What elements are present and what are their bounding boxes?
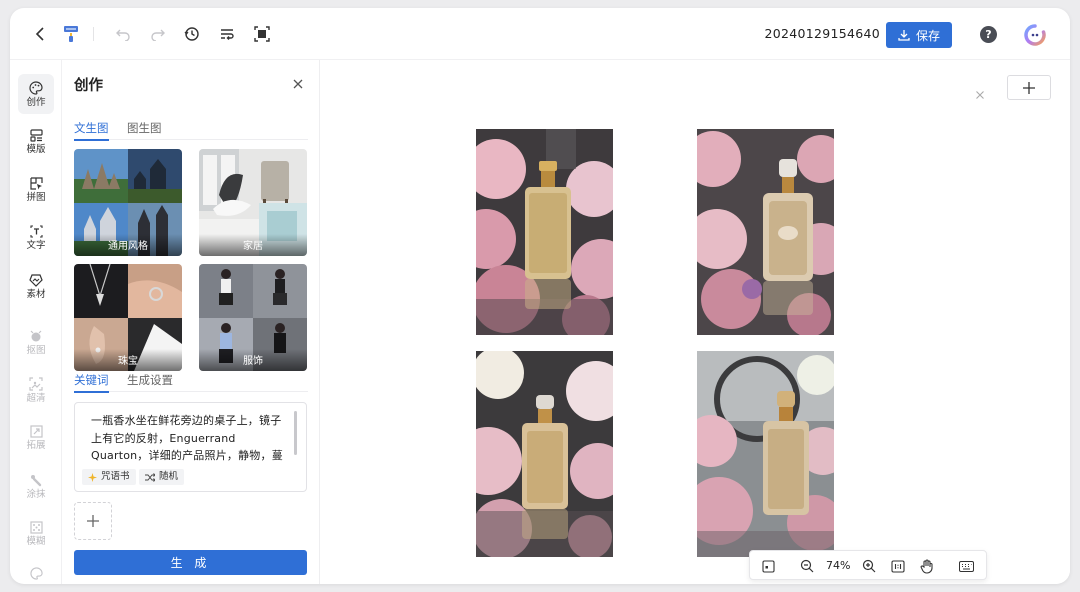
paint-roller-icon[interactable] — [59, 22, 83, 46]
prompt-textarea[interactable]: 一瓶香水坐在鲜花旁边的桌子上，镜子上有它的反射，Enguerrand Quart… — [74, 402, 307, 492]
spell-book-chip[interactable]: 咒语书 — [82, 469, 136, 485]
left-rail: 创作 模版 拼图 文字 素材 抠图 超清 拓展 涂抹 模糊 — [10, 60, 62, 584]
minimap-icon[interactable] — [760, 558, 776, 574]
fit-frame-icon[interactable] — [250, 22, 274, 46]
blur-icon — [29, 521, 43, 534]
style-card-label: 服饰 — [199, 349, 307, 371]
chip-label: 咒语书 — [101, 471, 130, 482]
style-card-label: 家居 — [199, 234, 307, 256]
zoom-toolbar: 74% — [749, 550, 987, 580]
undo-icon[interactable] — [111, 22, 135, 46]
hand-pan-icon[interactable] — [919, 558, 935, 574]
text-icon — [29, 225, 43, 238]
prompt-text[interactable]: 一瓶香水坐在鲜花旁边的桌子上，镜子上有它的反射，Enguerrand Quart… — [91, 412, 289, 464]
plus-icon — [1023, 81, 1035, 94]
style-card-clothing[interactable]: 服饰 — [199, 264, 307, 371]
palette-icon — [29, 566, 43, 580]
shuffle-icon — [145, 472, 155, 482]
history-icon[interactable] — [180, 22, 204, 46]
add-reference-button[interactable] — [74, 502, 112, 540]
rail-item-collage[interactable]: 拼图 — [18, 170, 54, 210]
create-panel: 创作 文生图 图生图 通用风格 家居 珠宝 服饰 关键词 生成设置 一瓶香水坐在… — [62, 60, 320, 584]
cutout-icon — [30, 330, 42, 341]
perfume-image — [697, 129, 834, 335]
perfume-image — [476, 129, 613, 335]
generated-image-3[interactable] — [476, 351, 613, 557]
top-toolbar: 20240129154640 保存 ? — [10, 8, 1070, 60]
toolbar-divider — [93, 27, 94, 41]
tab-generate-settings[interactable]: 生成设置 — [127, 372, 173, 392]
rail-label: 模糊 — [26, 536, 46, 547]
rail-item-template[interactable]: 模版 — [18, 122, 54, 162]
prompt-tabs: 关键词 生成设置 — [74, 370, 308, 393]
random-chip[interactable]: 随机 — [139, 469, 185, 485]
rail-item-upscale[interactable]: 超清 — [18, 370, 54, 410]
rail-label: 超清 — [26, 392, 46, 404]
perfume-image — [697, 351, 834, 557]
rail-label: 拓展 — [26, 440, 46, 451]
rail-label: 抠图 — [26, 344, 46, 356]
generated-image-4[interactable] — [697, 351, 834, 557]
palette-icon — [29, 80, 43, 95]
app-logo-icon[interactable] — [1024, 24, 1046, 46]
rail-item-assets[interactable]: 素材 — [18, 266, 54, 306]
style-card-label: 珠宝 — [74, 349, 182, 371]
rail-item-create[interactable]: 创作 — [18, 74, 54, 114]
generated-image-2[interactable] — [697, 129, 834, 335]
rail-item-blur[interactable]: 模糊 — [18, 514, 54, 554]
save-button[interactable]: 保存 — [886, 22, 952, 48]
sparkle-icon — [88, 472, 97, 482]
rail-item-more[interactable] — [18, 560, 54, 584]
rail-label: 模版 — [26, 144, 46, 155]
style-card-label: 通用风格 — [74, 234, 182, 256]
collage-icon — [29, 177, 43, 190]
style-card-jewelry[interactable]: 珠宝 — [74, 264, 182, 371]
assets-icon — [29, 273, 43, 287]
zoom-level[interactable]: 74% — [826, 559, 850, 572]
generated-image-1[interactable] — [476, 129, 613, 335]
rail-item-text[interactable]: 文字 — [18, 218, 54, 258]
canvas-area[interactable]: 74% — [321, 60, 1070, 584]
close-icon[interactable] — [975, 85, 985, 99]
brush-icon — [31, 474, 42, 486]
download-icon — [898, 30, 910, 41]
style-card-general[interactable]: 通用风格 — [74, 149, 182, 256]
panel-title: 创作 — [74, 78, 103, 94]
upscale-icon — [29, 376, 43, 391]
expand-icon — [29, 425, 43, 438]
rail-item-cutout[interactable]: 抠图 — [18, 322, 54, 362]
close-icon[interactable] — [292, 75, 306, 89]
rail-item-expand[interactable]: 拓展 — [18, 418, 54, 458]
keyboard-icon[interactable] — [958, 558, 974, 574]
rail-label: 涂抹 — [26, 488, 46, 500]
rail-label: 创作 — [26, 96, 46, 108]
zoom-in-icon[interactable] — [861, 558, 877, 574]
prompt-scrollbar[interactable] — [294, 411, 297, 455]
tab-image-to-image[interactable]: 图生图 — [127, 120, 162, 140]
style-card-home[interactable]: 家居 — [199, 149, 307, 256]
help-icon[interactable]: ? — [980, 26, 997, 43]
add-canvas-button[interactable] — [1007, 75, 1051, 100]
zoom-out-icon[interactable] — [799, 558, 815, 574]
save-label: 保存 — [915, 28, 940, 43]
redo-icon[interactable] — [146, 22, 170, 46]
rail-item-brush[interactable]: 涂抹 — [18, 466, 54, 506]
rail-label: 文字 — [26, 240, 46, 251]
tab-text-to-image[interactable]: 文生图 — [74, 120, 109, 141]
text-wrap-icon[interactable] — [215, 22, 239, 46]
rail-label: 素材 — [26, 288, 46, 300]
perfume-image — [476, 351, 613, 557]
mode-tabs: 文生图 图生图 — [74, 118, 308, 141]
generate-button[interactable]: 生 成 — [74, 550, 307, 575]
tab-keywords[interactable]: 关键词 — [74, 372, 109, 393]
rail-label: 拼图 — [26, 192, 46, 203]
template-icon — [29, 129, 43, 142]
document-title[interactable]: 20240129154640 — [750, 26, 880, 44]
chip-label: 随机 — [159, 471, 179, 482]
actual-size-icon[interactable] — [890, 558, 906, 574]
app-window: 20240129154640 保存 ? 创作 模版 拼图 文字 素材 抠图 超清… — [10, 8, 1070, 584]
back-icon[interactable] — [29, 22, 53, 46]
plus-icon — [87, 515, 99, 527]
